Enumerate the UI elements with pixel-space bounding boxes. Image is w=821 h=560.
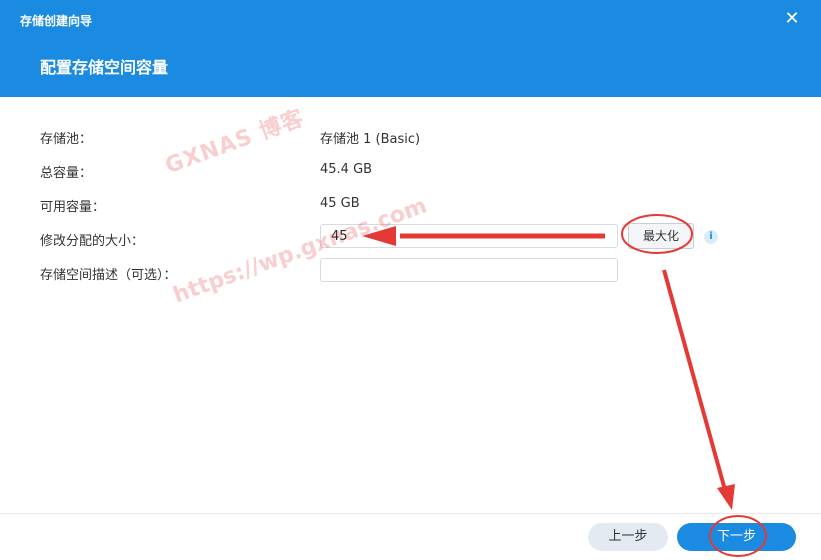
maximize-button[interactable]: 最大化 (628, 223, 694, 249)
info-icon[interactable]: i (704, 230, 718, 244)
pool-row: 存储池： 存储池 1 (Basic) (0, 122, 821, 150)
wizard-header: 存储创建向导 ✕ 配置存储空间容量 (0, 0, 821, 97)
step-title: 配置存储空间容量 (40, 58, 169, 77)
description-input[interactable] (320, 258, 618, 282)
arrow-head-down (717, 484, 735, 510)
description-label: 存储空间描述（可选）： (40, 268, 177, 283)
arrow-to-next-button (662, 269, 727, 491)
next-step-button[interactable]: 下一步 (677, 523, 796, 551)
size-label: 修改分配的大小： (40, 234, 145, 249)
total-capacity-label: 总容量： (40, 166, 93, 181)
available-capacity-row: 可用容量： 45 GB (0, 190, 821, 218)
available-capacity-label: 可用容量： (40, 200, 106, 215)
footer-divider (0, 513, 821, 514)
total-capacity-value: 45.4 GB (320, 162, 373, 177)
previous-step-button[interactable]: 上一步 (588, 523, 668, 551)
close-icon[interactable]: ✕ (781, 8, 803, 30)
window-title: 存储创建向导 (20, 14, 93, 28)
pool-label: 存储池： (40, 132, 93, 147)
total-capacity-row: 总容量： 45.4 GB (0, 156, 821, 184)
size-input[interactable] (320, 224, 618, 248)
available-capacity-value: 45 GB (320, 196, 360, 211)
pool-value: 存储池 1 (Basic) (320, 132, 421, 147)
